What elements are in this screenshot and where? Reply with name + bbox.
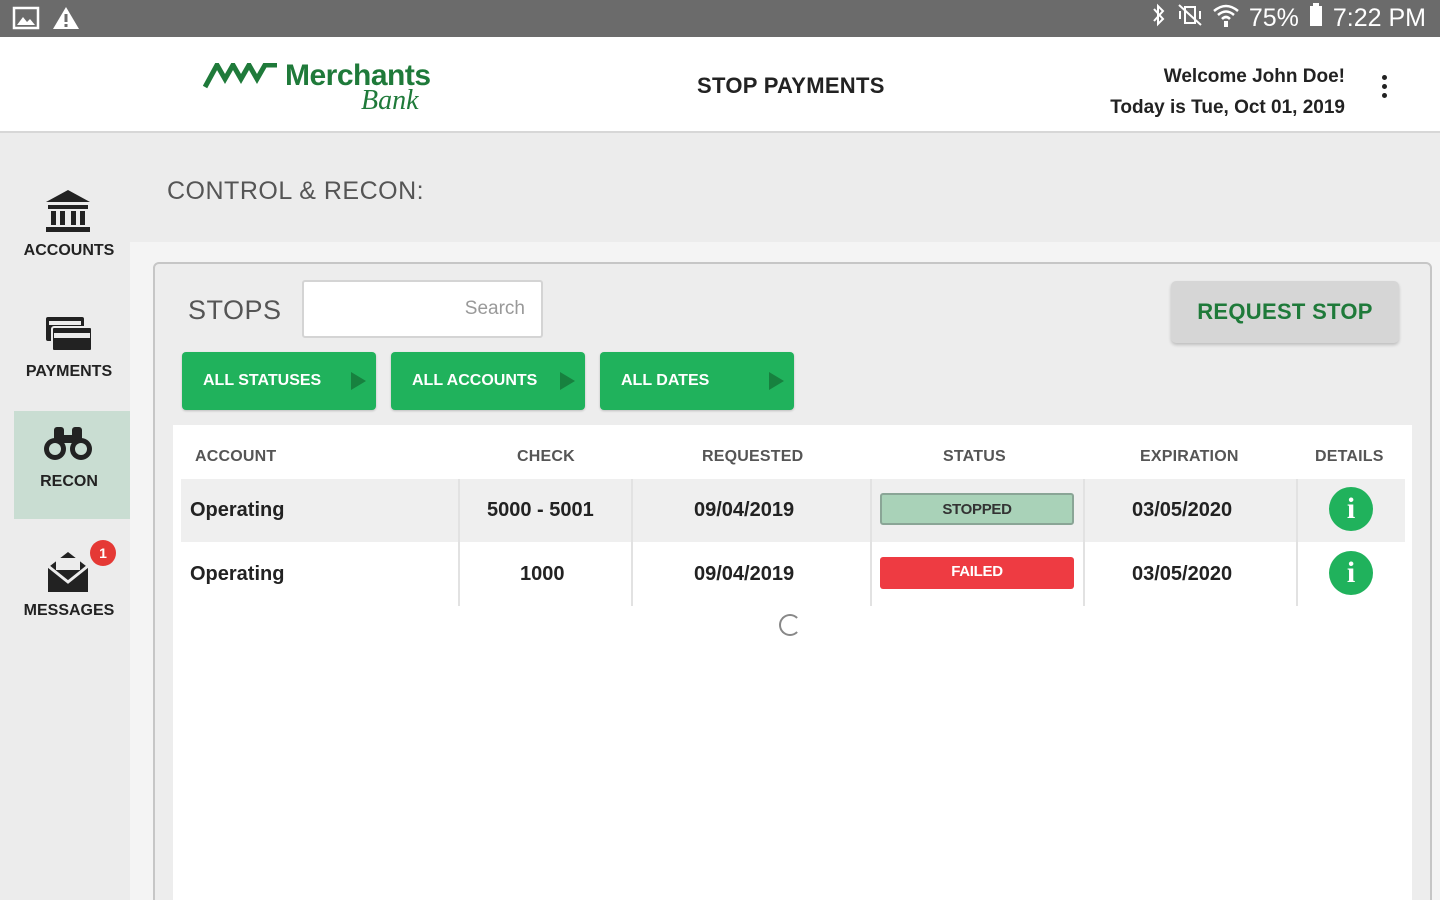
- logo-subtitle: Bank: [361, 85, 419, 116]
- cell-check: 5000 - 5001: [487, 499, 594, 521]
- sidebar-item-label: MESSAGES: [23, 602, 115, 619]
- merchants-bank-logo: Merchants Bank: [203, 59, 433, 119]
- battery-icon: [1309, 3, 1323, 34]
- cell-requested: 09/04/2019: [694, 499, 795, 521]
- welcome-block: Welcome John Doe! Today is Tue, Oct 01, …: [1110, 61, 1345, 123]
- sidebar-item-accounts[interactable]: ACCOUNTS: [14, 180, 138, 290]
- request-stop-button[interactable]: REQUEST STOP: [1171, 281, 1399, 343]
- sidebar-item-label: PAYMENTS: [25, 363, 113, 380]
- cell-account: Operating: [190, 563, 285, 585]
- app-header: Merchants Bank STOP PAYMENTS Welcome Joh…: [0, 37, 1440, 133]
- info-icon[interactable]: i: [1329, 551, 1373, 595]
- cell-requested: 09/04/2019: [694, 563, 795, 585]
- sidebar-item-label: ACCOUNTS: [23, 242, 115, 259]
- cell-check: 1000: [520, 563, 565, 585]
- page-title: STOP PAYMENTS: [697, 73, 885, 98]
- welcome-text: Welcome John Doe!: [1163, 66, 1345, 87]
- stops-label: STOPS: [188, 295, 282, 325]
- vibrate-off-icon: [1177, 3, 1203, 34]
- play-arrow-icon: [769, 372, 784, 390]
- wifi-icon: [1213, 3, 1239, 34]
- date-text: Today is Tue, Oct 01, 2019: [1110, 97, 1345, 118]
- bank-icon: [46, 190, 90, 232]
- binoculars-icon: [44, 427, 92, 460]
- cell-expiration: 03/05/2020: [1132, 563, 1233, 585]
- column-header-check[interactable]: CHECK: [517, 448, 575, 466]
- cell-account: Operating: [190, 499, 285, 521]
- sidebar-item-label: RECON: [40, 473, 98, 490]
- status-bar: 75% 7:22 PM: [0, 0, 1440, 37]
- column-divider: [631, 479, 633, 606]
- cards-icon: [46, 317, 93, 352]
- section-title: CONTROL & RECON:: [167, 177, 425, 205]
- filter-label: ALL DATES: [621, 372, 710, 389]
- column-divider: [458, 479, 460, 606]
- column-divider: [1296, 479, 1298, 606]
- status-badge: STOPPED: [880, 493, 1074, 525]
- column-header-account[interactable]: ACCOUNT: [195, 448, 276, 466]
- column-header-details[interactable]: DETAILS: [1315, 448, 1384, 466]
- logo-mark-icon: [203, 63, 277, 89]
- filter-label: ALL ACCOUNTS: [412, 372, 538, 389]
- column-divider: [870, 479, 872, 606]
- filter-label: ALL STATUSES: [203, 372, 322, 389]
- warning-icon: [52, 6, 80, 35]
- sidebar-item-recon[interactable]: RECON: [14, 411, 147, 519]
- loading-spinner-icon: [779, 614, 801, 636]
- notification-badge: 1: [90, 540, 116, 566]
- column-divider: [1083, 479, 1085, 606]
- image-icon: [12, 6, 40, 35]
- sidebar-item-payments[interactable]: PAYMENTS: [14, 301, 138, 411]
- column-header-expiration[interactable]: EXPIRATION: [1140, 448, 1239, 466]
- column-header-requested[interactable]: REQUESTED: [702, 448, 803, 466]
- filter-statuses-button[interactable]: ALL STATUSES: [182, 352, 376, 410]
- status-badge: FAILED: [880, 557, 1074, 589]
- search-input[interactable]: [302, 280, 543, 338]
- filter-dates-button[interactable]: ALL DATES: [600, 352, 794, 410]
- overflow-menu-icon[interactable]: [1376, 75, 1392, 101]
- play-arrow-icon: [560, 372, 575, 390]
- clock: 7:22 PM: [1332, 4, 1426, 32]
- play-arrow-icon: [351, 372, 366, 390]
- filter-accounts-button[interactable]: ALL ACCOUNTS: [391, 352, 585, 410]
- battery-percent: 75%: [1248, 4, 1299, 32]
- info-icon[interactable]: i: [1329, 487, 1373, 531]
- sidebar-item-messages[interactable]: 1 MESSAGES: [14, 540, 138, 650]
- bluetooth-icon: [1151, 3, 1167, 34]
- cell-expiration: 03/05/2020: [1132, 499, 1233, 521]
- column-header-status[interactable]: STATUS: [943, 448, 1006, 466]
- envelope-icon: [47, 552, 89, 592]
